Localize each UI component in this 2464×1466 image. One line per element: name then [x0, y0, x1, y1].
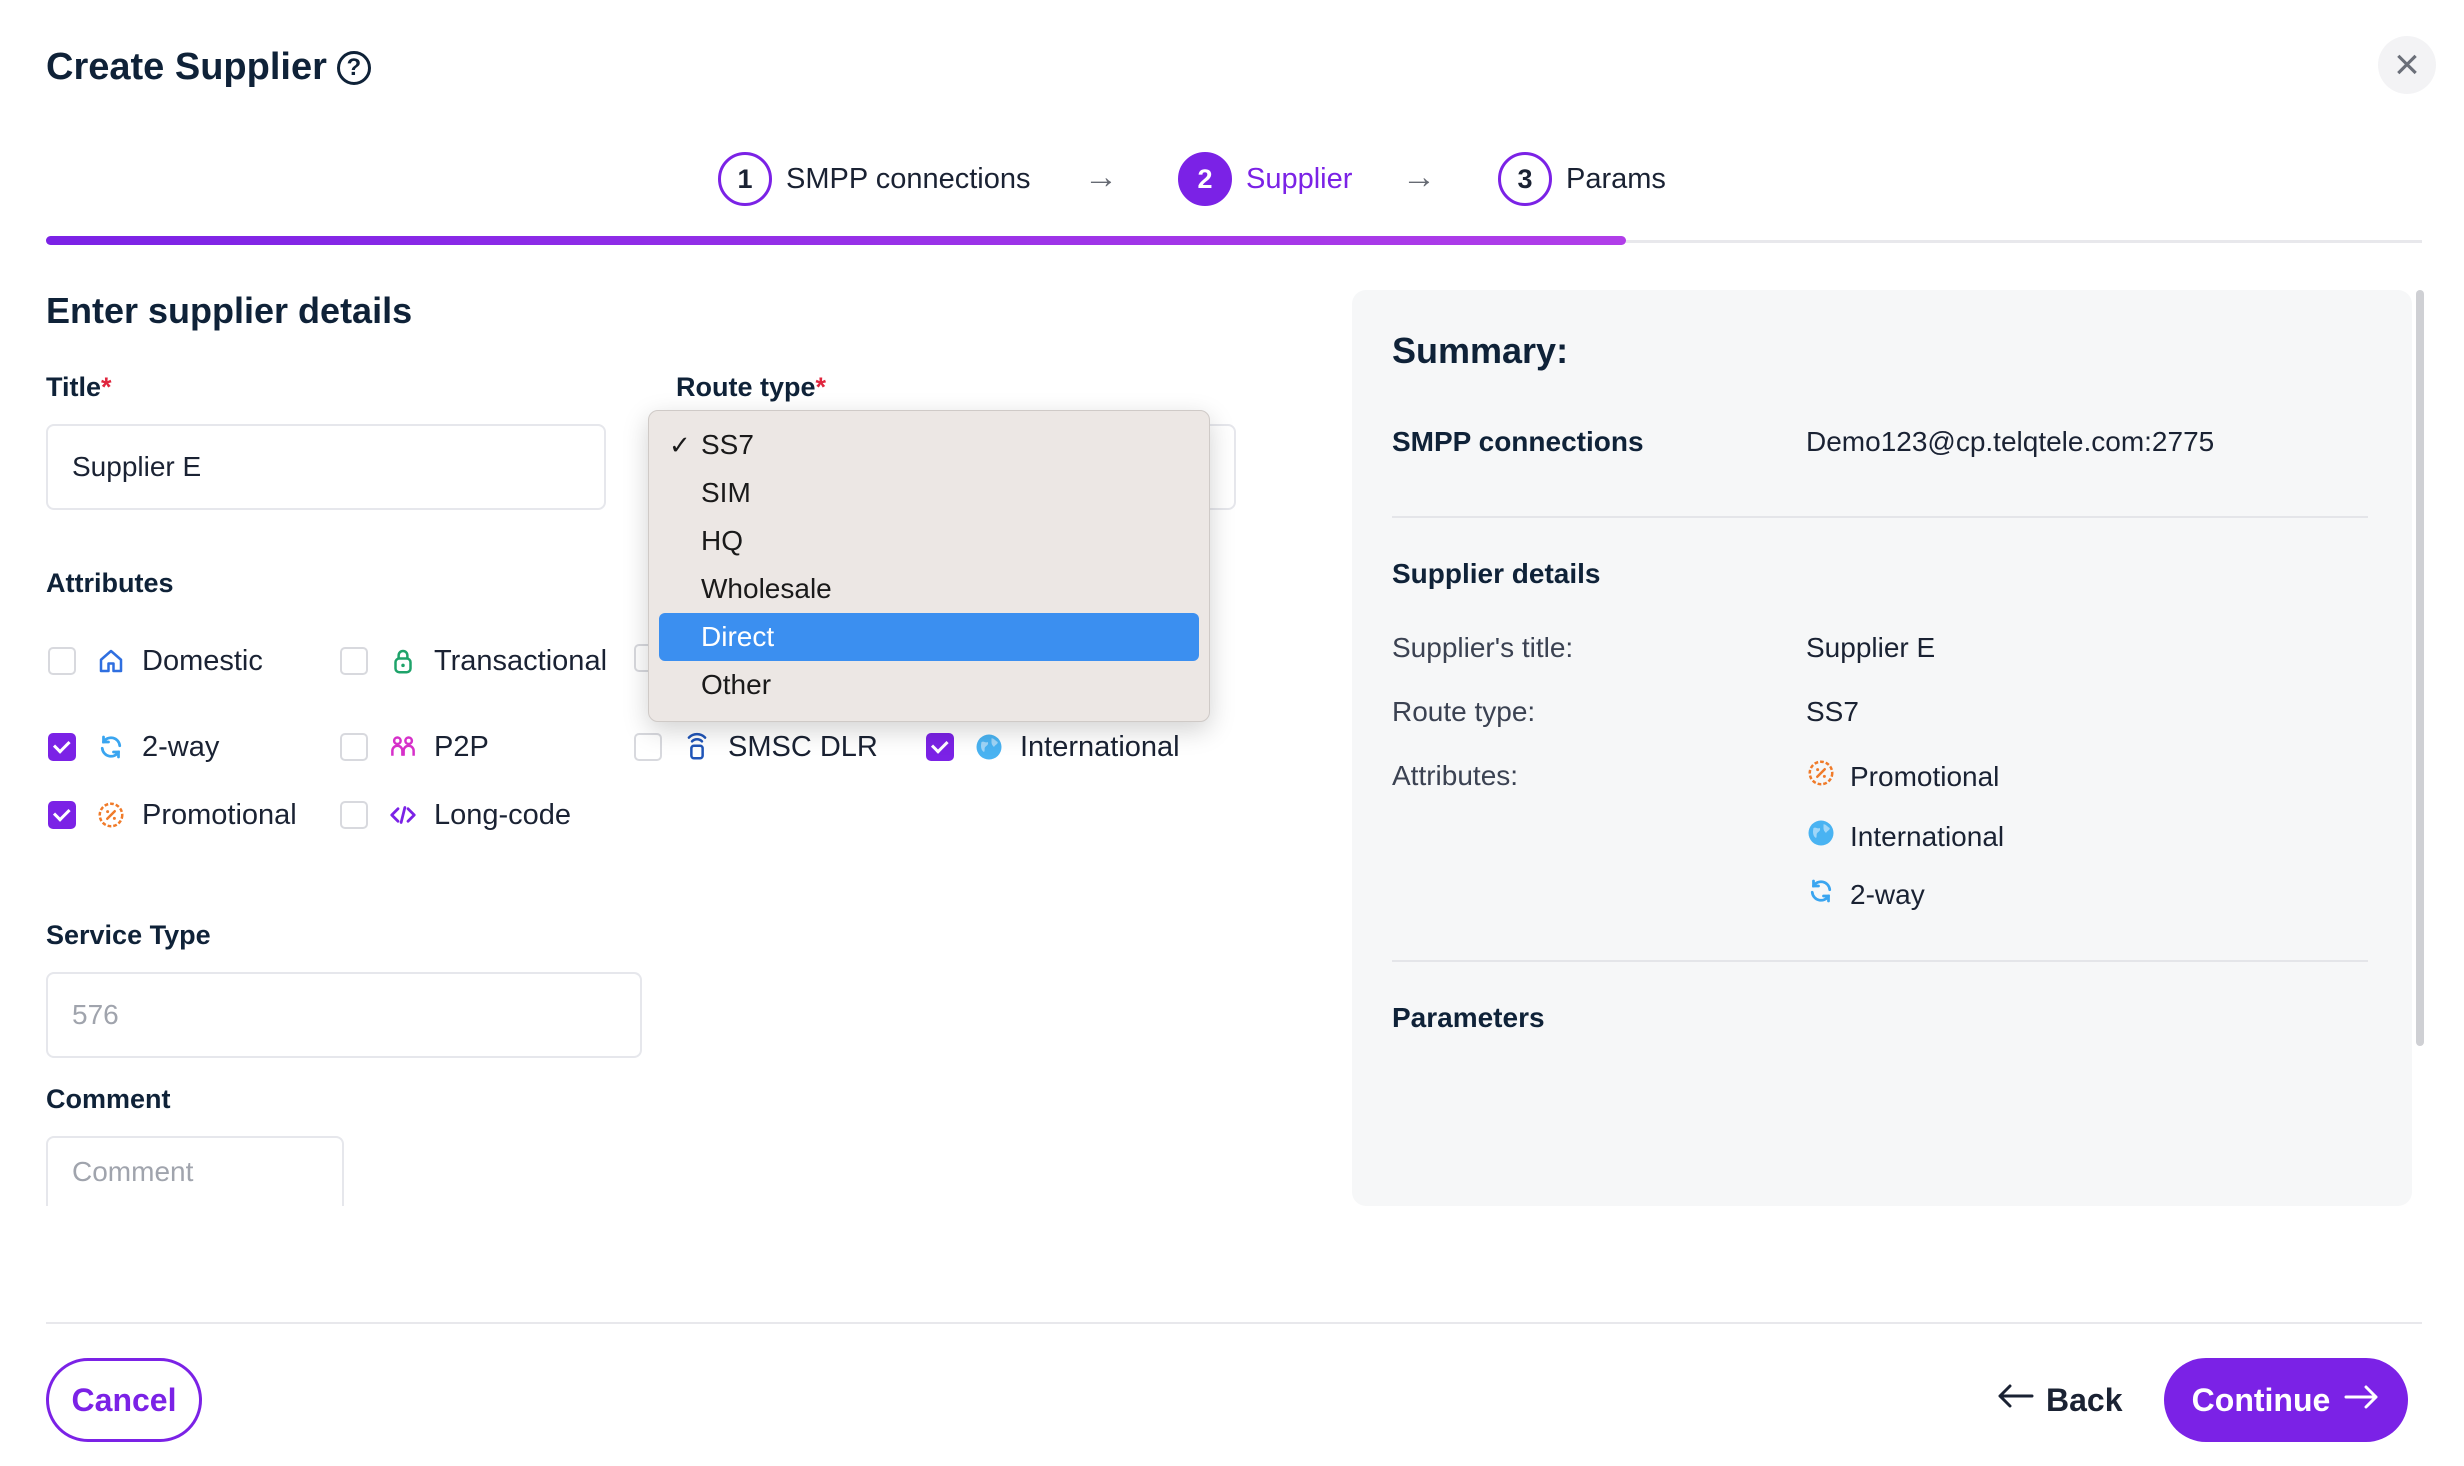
code-icon: [386, 798, 420, 832]
summary-route-key: Route type:: [1392, 696, 1536, 727]
dialog-title-text: Create Supplier: [46, 46, 327, 88]
title-input[interactable]: Supplier E: [46, 424, 606, 510]
dropdown-option-hq[interactable]: HQ: [659, 517, 1199, 565]
stepper: 1 SMPP connections → 2 Supplier → 3 Para…: [0, 152, 2464, 212]
checkbox[interactable]: [926, 733, 954, 761]
attributes-label: Attributes: [46, 568, 174, 598]
dropdown-option-ss7[interactable]: ✓ SS7: [659, 421, 1199, 469]
refresh-icon: [1806, 876, 1836, 913]
progress-bar: [46, 236, 1626, 245]
summary-attribute-international: International: [1806, 818, 2004, 855]
service-type-label: Service Type: [46, 920, 211, 950]
globe-icon: [1806, 818, 1836, 855]
question-circle-icon[interactable]: ?: [336, 50, 371, 85]
summary-parameters-label: Parameters: [1392, 1002, 1545, 1033]
lock-icon: [386, 644, 420, 678]
title-input-value: Supplier E: [72, 451, 202, 482]
attribute-promotional[interactable]: Promotional: [48, 798, 297, 832]
checkbox[interactable]: [48, 733, 76, 761]
back-label: Back: [2046, 1381, 2123, 1418]
step-number: 2: [1178, 152, 1232, 206]
summary-smpp-value: Demo123@cp.telqtele.com:2775: [1806, 426, 2215, 457]
summary-attribute-label: Promotional: [1850, 760, 2000, 792]
summary-smpp-label: SMPP connections: [1392, 426, 1644, 457]
service-type-placeholder: 576: [72, 999, 119, 1030]
attribute-label: Promotional: [142, 798, 297, 831]
comment-textarea[interactable]: Comment: [46, 1136, 344, 1206]
checkbox[interactable]: [340, 733, 368, 761]
discount-icon: [1806, 758, 1836, 795]
summary-attribute-2-way: 2-way: [1806, 876, 1925, 913]
attribute-p2p[interactable]: P2P: [340, 730, 489, 764]
step-label: Supplier: [1246, 162, 1353, 195]
attribute-label: International: [1020, 730, 1180, 763]
signal-icon: [680, 730, 714, 764]
cancel-button[interactable]: Cancel: [46, 1358, 202, 1442]
dropdown-option-direct[interactable]: Direct: [659, 613, 1199, 661]
arrow-left-icon: [1996, 1381, 2034, 1419]
summary-details-label: Supplier details: [1392, 558, 1601, 589]
attribute-label: Long-code: [434, 798, 572, 831]
step-params[interactable]: 3 Params: [1498, 152, 1666, 206]
dialog-title: Create Supplier ?: [46, 46, 371, 89]
scrollbar[interactable]: [2416, 290, 2424, 1046]
continue-label: Continue: [2191, 1381, 2331, 1418]
checkbox[interactable]: [340, 647, 368, 675]
checkbox[interactable]: [48, 647, 76, 675]
summary-attribute-label: 2-way: [1850, 878, 1925, 910]
back-button[interactable]: Back: [1996, 1372, 2123, 1428]
attribute-international[interactable]: International: [926, 730, 1180, 764]
attribute-label: Transactional: [434, 644, 608, 677]
summary-title-value: Supplier E: [1806, 632, 1936, 663]
attribute-domestic[interactable]: Domestic: [48, 644, 263, 678]
people-icon: [386, 730, 420, 764]
summary-title: Summary:: [1392, 330, 1569, 371]
checkbox[interactable]: [48, 801, 76, 829]
close-icon[interactable]: ×: [2378, 36, 2436, 94]
step-number: 3: [1498, 152, 1552, 206]
step-smpp-connections[interactable]: 1 SMPP connections: [718, 152, 1031, 206]
continue-button[interactable]: Continue: [2164, 1358, 2408, 1442]
divider: [1392, 960, 2368, 962]
footer-divider: [46, 1322, 2422, 1324]
summary-route-value: SS7: [1806, 696, 1859, 727]
home-icon: [94, 644, 128, 678]
checkbox[interactable]: [340, 801, 368, 829]
arrow-right-icon: →: [1084, 158, 1118, 196]
summary-title-key: Supplier's title:: [1392, 632, 1574, 663]
summary-attribute-label: International: [1850, 820, 2005, 852]
summary-attribute-promotional: Promotional: [1806, 758, 1999, 795]
route-type-dropdown: ✓ SS7 SIM HQ Wholesale Direct Other: [648, 410, 1210, 722]
attribute-2-way[interactable]: 2-way: [48, 730, 219, 764]
step-label: Params: [1566, 162, 1666, 195]
globe-icon: [972, 730, 1006, 764]
dropdown-option-sim[interactable]: SIM: [659, 469, 1199, 517]
step-label: SMPP connections: [786, 162, 1031, 195]
attribute-smsc-dlr[interactable]: SMSC DLR: [634, 730, 878, 764]
checkmark-icon: ✓: [669, 429, 691, 460]
form-heading: Enter supplier details: [46, 290, 413, 331]
arrow-right-icon: →: [1402, 158, 1436, 196]
route-type-label: Route type*: [676, 372, 827, 402]
checkbox[interactable]: [634, 733, 662, 761]
attribute-transactional[interactable]: Transactional: [340, 644, 607, 678]
discount-icon: [94, 798, 128, 832]
attribute-long-code[interactable]: Long-code: [340, 798, 571, 832]
step-number: 1: [718, 152, 772, 206]
comment-label: Comment: [46, 1084, 171, 1114]
step-supplier[interactable]: 2 Supplier: [1178, 152, 1352, 206]
arrow-right-icon: [2344, 1382, 2380, 1419]
comment-placeholder: Comment: [72, 1156, 194, 1187]
divider: [1392, 516, 2368, 518]
service-type-input[interactable]: 576: [46, 972, 642, 1058]
title-label: Title*: [46, 372, 112, 402]
attribute-label: P2P: [434, 730, 489, 763]
dropdown-option-other[interactable]: Other: [659, 661, 1199, 709]
summary-attributes-key: Attributes:: [1392, 760, 1519, 791]
attribute-label: Domestic: [142, 644, 263, 677]
attribute-label: 2-way: [142, 730, 220, 763]
dropdown-option-wholesale[interactable]: Wholesale: [659, 565, 1199, 613]
refresh-icon: [94, 730, 128, 764]
attribute-label: SMSC DLR: [728, 730, 878, 763]
